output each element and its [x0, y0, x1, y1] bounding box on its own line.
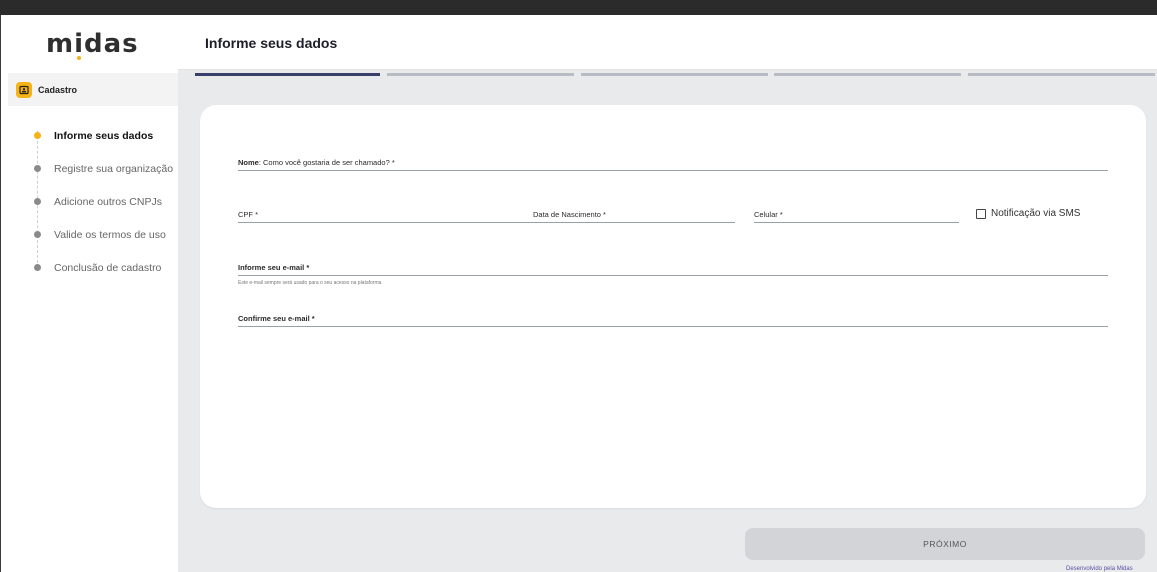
cpf-field[interactable]: CPF * [238, 205, 534, 223]
celular-label: Celular * [754, 210, 783, 219]
footer-credit[interactable]: Desenvolvido pela Midas [1066, 566, 1133, 572]
main-content: Informe seus dados Nome: Como você gosta… [178, 15, 1157, 572]
page-title: Informe seus dados [205, 35, 338, 51]
step-adicione-cnpjs[interactable]: Adicione outros CNPJs [8, 185, 178, 218]
step-bullet-icon [34, 132, 41, 139]
step-list: Informe seus dados Registre sua organiza… [8, 119, 178, 284]
step-label: Valide os termos de uso [54, 228, 166, 241]
page-header: Informe seus dados [178, 15, 1157, 70]
user-card-icon [16, 81, 32, 98]
step-bullet-icon [34, 198, 41, 205]
step-label: Informe seus dados [54, 129, 154, 142]
step-bullet-icon [34, 231, 41, 238]
step-registre-organizacao[interactable]: Registre sua organização [8, 152, 178, 185]
form-card: Nome: Como você gostaria de ser chamado?… [200, 105, 1146, 508]
email-helper-text: Este e-mail sempre será usado para o seu… [238, 280, 382, 286]
sms-notification-toggle[interactable]: Notificação via SMS [976, 208, 1080, 219]
email-label: Informe seu e-mail * [238, 263, 309, 272]
step-valide-termos[interactable]: Valide os termos de uso [8, 218, 178, 251]
logo-dot [77, 56, 81, 60]
nome-label-rest: : Como você gostaria de ser chamado? * [258, 158, 395, 167]
nome-field[interactable]: Nome: Como você gostaria de ser chamado?… [238, 153, 1108, 171]
cadastro-section-header[interactable]: Cadastro [8, 73, 178, 106]
email-label-text: Informe seu e-mail * [238, 263, 310, 272]
window-top-bar [0, 0, 1157, 15]
window-left-edge [0, 15, 8, 572]
step-label: Registre sua organização [54, 162, 174, 175]
step-informe-seus-dados[interactable]: Informe seus dados [8, 119, 178, 152]
progress-segment-2 [387, 73, 574, 76]
confirm-email-label: Confirme seu e-mail * [238, 314, 315, 323]
progress-segment-1 [195, 73, 380, 76]
nome-label: Nome: Como você gostaria de ser chamado?… [238, 158, 395, 167]
next-button[interactable]: PRÓXIMO [745, 528, 1145, 560]
step-bullet-icon [34, 165, 41, 172]
sms-checkbox[interactable] [976, 208, 986, 219]
sidebar: midas Cadastro Informe seus dados Regist… [8, 15, 178, 572]
step-progress-bar [195, 73, 1155, 76]
email-field[interactable]: Informe seu e-mail * [238, 258, 1108, 276]
celular-field[interactable]: Celular * [754, 205, 959, 223]
data-nascimento-label: Data de Nascimento * [533, 210, 606, 219]
progress-segment-3 [581, 73, 768, 76]
step-label: Conclusão de cadastro [54, 261, 162, 274]
nome-label-bold: Nome [238, 158, 259, 167]
step-label: Adicione outros CNPJs [54, 195, 162, 208]
logo-text: midas [46, 29, 139, 59]
step-conclusao-cadastro[interactable]: Conclusão de cadastro [8, 251, 178, 284]
midas-logo: midas [46, 29, 139, 60]
data-nascimento-field[interactable]: Data de Nascimento * [533, 205, 735, 223]
step-bullet-icon [34, 264, 41, 271]
confirm-email-label-text: Confirme seu e-mail * [238, 314, 315, 323]
sms-label: Notificação via SMS [991, 208, 1081, 219]
cadastro-label: Cadastro [38, 84, 78, 95]
progress-segment-4 [774, 73, 961, 76]
confirm-email-field[interactable]: Confirme seu e-mail * [238, 309, 1108, 327]
progress-segment-5 [968, 73, 1155, 76]
cpf-label: CPF * [238, 210, 259, 219]
